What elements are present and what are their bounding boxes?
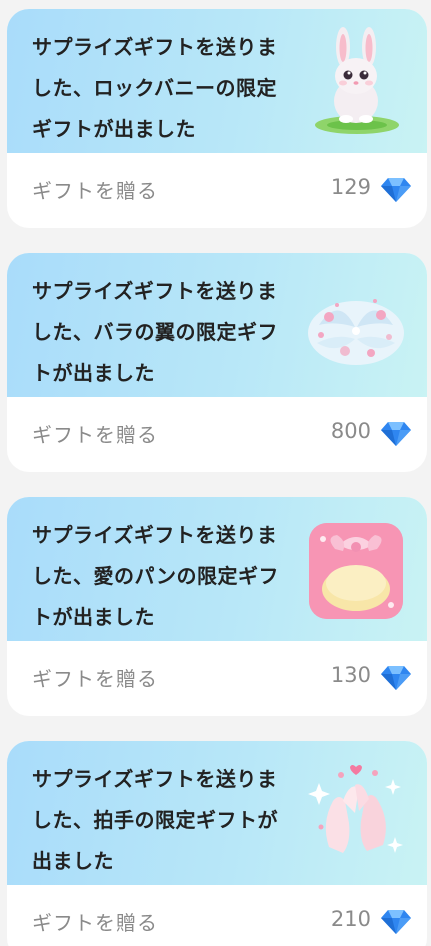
- gift-price: 130: [330, 663, 371, 687]
- gift-card-header: サプライズギフトを送りました、バラの翼の限定ギフトが出ました: [7, 253, 427, 397]
- gift-card: サプライズギフトを送りました、ロックバニーの限定ギフトが出ました ギフトを贈る …: [7, 9, 427, 228]
- gift-card-footer: ギフトを贈る 130: [7, 641, 427, 716]
- gift-card: サプライズギフトを送りました、バラの翼の限定ギフトが出ました ギフトを贈る 80…: [7, 253, 427, 472]
- bunny-gift-icon: [299, 21, 413, 141]
- gift-price: 800: [330, 419, 371, 443]
- gift-card-footer: ギフトを贈る 210: [7, 885, 427, 946]
- gift-card-header: サプライズギフトを送りました、愛のパンの限定ギフトが出ました: [7, 497, 427, 641]
- gift-message: サプライズギフトを送りました、バラの翼の限定ギフトが出ました: [32, 279, 278, 385]
- diamond-icon: [380, 909, 412, 935]
- send-gift-button[interactable]: ギフトを贈る: [32, 663, 158, 692]
- applause-gift-icon: [299, 753, 413, 873]
- gift-message: サプライズギフトを送りました、ロックバニーの限定ギフトが出ました: [32, 35, 278, 141]
- send-gift-button[interactable]: ギフトを贈る: [32, 419, 158, 448]
- diamond-icon: [380, 421, 412, 447]
- gift-card: サプライズギフトを送りました、拍手の限定ギフトが出ました ギフトを贈る 210: [7, 741, 427, 946]
- gift-card-header: サプライズギフトを送りました、ロックバニーの限定ギフトが出ました: [7, 9, 427, 153]
- gift-message: サプライズギフトを送りました、愛のパンの限定ギフトが出ました: [32, 523, 279, 629]
- gift-card-footer: ギフトを贈る 129: [7, 153, 427, 228]
- diamond-icon: [380, 177, 412, 203]
- gift-card-footer: ギフトを贈る 800: [7, 397, 427, 472]
- gift-price: 129: [330, 175, 371, 199]
- rose-wings-gift-icon: [299, 265, 413, 385]
- diamond-icon: [380, 665, 412, 691]
- gift-message-list: サプライズギフトを送りました、ロックバニーの限定ギフトが出ました ギフトを贈る …: [0, 0, 431, 946]
- send-gift-button[interactable]: ギフトを贈る: [32, 175, 158, 204]
- gift-card-header: サプライズギフトを送りました、拍手の限定ギフトが出ました: [7, 741, 427, 885]
- gift-message: サプライズギフトを送りました、拍手の限定ギフトが出ました: [32, 767, 278, 873]
- love-bread-gift-icon: [299, 509, 413, 629]
- send-gift-button[interactable]: ギフトを贈る: [32, 907, 158, 936]
- gift-price: 210: [330, 907, 371, 931]
- gift-card: サプライズギフトを送りました、愛のパンの限定ギフトが出ました ギフトを贈る 13…: [7, 497, 427, 716]
